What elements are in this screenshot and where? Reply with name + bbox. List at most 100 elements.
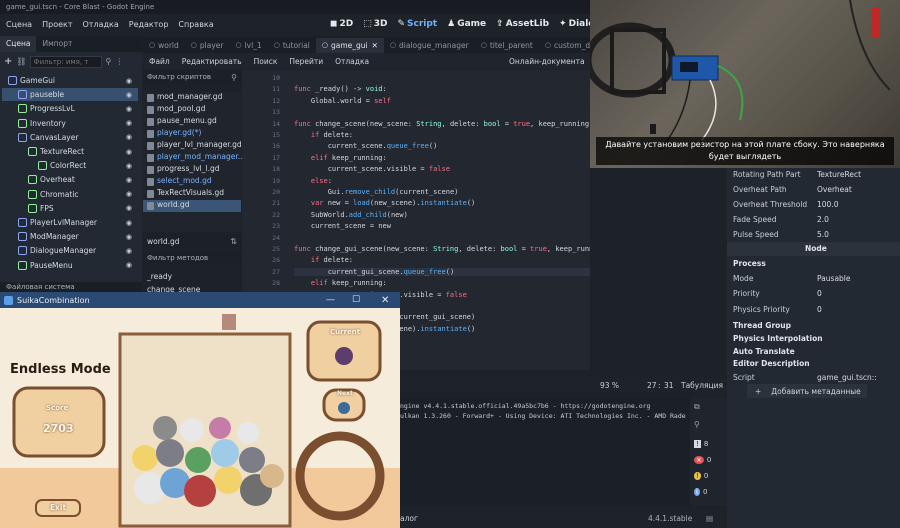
property-value[interactable]: Pausable — [817, 274, 851, 283]
workspace-assetlib[interactable]: ⇪ AssetLib — [496, 19, 549, 29]
scene-node[interactable]: PauseMenu ◉ — [2, 259, 138, 272]
visibility-eye-icon[interactable]: ◉ — [126, 247, 132, 255]
script-list-item[interactable]: player_lvl_manager.gd — [143, 140, 242, 152]
property-value[interactable]: 5.0 — [817, 230, 829, 239]
search-icon[interactable]: ⚲ — [694, 420, 700, 429]
method-filter[interactable]: Фильтр методов — [143, 251, 241, 264]
visibility-eye-icon[interactable]: ◉ — [126, 204, 132, 212]
visibility-eye-icon[interactable]: ◉ — [126, 176, 132, 184]
scene-node[interactable]: ProgressLvL ◉ — [2, 102, 138, 115]
scene-node[interactable]: Overheat ◉ — [2, 173, 138, 186]
editor-tab-world[interactable]: ○ world — [143, 38, 185, 53]
workspace-game[interactable]: ♟ Game — [447, 19, 486, 29]
property-value[interactable]: 100.0 — [817, 200, 838, 209]
visibility-eye-icon[interactable]: ◉ — [126, 233, 132, 241]
visibility-eye-icon[interactable]: ◉ — [126, 105, 132, 113]
visibility-eye-icon[interactable]: ◉ — [126, 119, 132, 127]
sort-icon[interactable]: ⇅ — [230, 237, 237, 246]
script-list-item[interactable]: mod_manager.gd — [143, 92, 241, 104]
close-icon[interactable]: ✕ — [381, 295, 389, 306]
copy-icon[interactable]: ⧉ — [694, 402, 700, 412]
script-menu-item[interactable]: Редактировать — [182, 57, 242, 66]
script-menu-item[interactable]: Файл — [149, 57, 170, 66]
inspector-row[interactable]: Fade Speed 2.0 — [727, 213, 900, 227]
script-menu-item[interactable]: Поиск — [254, 57, 278, 66]
script-list-item[interactable]: TexRectVisuals.gd — [143, 188, 241, 200]
search-options-icon[interactable]: ⚲ — [106, 57, 112, 66]
error-filter[interactable]: × 0 — [694, 456, 711, 464]
add-node-icon[interactable]: + — [4, 56, 12, 67]
inspector-row[interactable]: Overheat Path Overheat — [727, 183, 900, 197]
scene-node[interactable]: DialogueManager ◉ — [2, 244, 138, 257]
link-icon[interactable]: ⛓ — [16, 57, 26, 66]
inspector-row[interactable]: Overheat Threshold 100.0 — [727, 198, 900, 212]
online-docs-link[interactable]: Онлайн-документа — [509, 57, 585, 66]
visibility-eye-icon[interactable]: ◉ — [126, 133, 132, 141]
menu-item[interactable]: Справка — [178, 20, 213, 29]
scene-node[interactable]: ModManager ◉ — [2, 230, 138, 243]
editor-tab-titel_parent[interactable]: ○ titel_parent — [475, 38, 539, 53]
editor-tab-dialogue_manager[interactable]: ○ dialogue_manager — [384, 38, 475, 53]
scene-node[interactable]: GameGui ◉ — [2, 74, 138, 87]
script-list-item[interactable]: progress_lvl_l.gd — [143, 164, 241, 176]
inspector-row[interactable]: Rotating Path Part TextureRect — [727, 168, 900, 182]
editor-tab-lvl_1[interactable]: ○ lvl_1 — [229, 38, 267, 53]
visibility-eye-icon[interactable]: ◉ — [126, 77, 132, 85]
inspector-row[interactable]: Editor Description — [727, 357, 900, 371]
visibility-eye-icon[interactable]: ◉ — [126, 219, 132, 227]
filesystem-tab[interactable]: Файловая система — [0, 282, 142, 292]
script-list-item[interactable]: world.gd — [143, 200, 241, 212]
property-value[interactable]: game_gui.tscn:: — [817, 373, 877, 382]
scene-node[interactable]: ColorRect ◉ — [2, 159, 138, 172]
scene-node[interactable]: pauseble ◉ — [2, 88, 138, 102]
inspector-row[interactable]: Physics Interpolation — [727, 332, 900, 346]
message-filter[interactable]: ! 8 — [694, 440, 708, 448]
menu-icon[interactable]: ⋮ — [115, 57, 123, 66]
bottom-tab-dialogue[interactable]: алог — [400, 514, 418, 523]
editor-tab-game_gui[interactable]: ○ game_gui ✕ — [315, 37, 384, 53]
editor-tab-player[interactable]: ○ player — [185, 38, 230, 53]
scene-node[interactable]: Chromatic ◉ — [2, 188, 138, 201]
inspector-row[interactable]: Node — [727, 242, 900, 256]
visibility-eye-icon[interactable]: ◉ — [126, 162, 132, 170]
script-menu-item[interactable]: Отладка — [335, 57, 369, 66]
inspector-row[interactable]: Mode Pausable — [727, 272, 900, 286]
minimize-icon[interactable]: — — [326, 295, 335, 305]
indent-mode[interactable]: Табуляция — [681, 381, 723, 390]
method-ready[interactable]: _ready — [147, 272, 172, 281]
visibility-eye-icon[interactable]: ◉ — [126, 91, 132, 99]
tab-scene[interactable]: Сцена — [0, 36, 37, 52]
scene-node[interactable]: Inventory ◉ — [2, 117, 138, 130]
current-script-field[interactable]: world.gd ⇅ — [143, 234, 241, 248]
script-list-item[interactable]: player.gd(*) — [143, 128, 241, 140]
visibility-eye-icon[interactable]: ◉ — [126, 261, 132, 269]
property-value[interactable]: 2.0 — [817, 215, 829, 224]
menu-item[interactable]: Редактор — [129, 20, 169, 29]
maximize-icon[interactable]: ☐ — [352, 295, 360, 305]
menu-item[interactable]: Проект — [42, 20, 72, 29]
scene-filter-input[interactable] — [29, 55, 102, 68]
scene-node[interactable]: PlayerLvlManager ◉ — [2, 216, 138, 229]
script-list-item[interactable]: select_mod.gd — [143, 176, 241, 188]
inspector-row[interactable]: Pulse Speed 5.0 — [727, 228, 900, 242]
exit-button[interactable]: Exit — [36, 500, 80, 516]
tab-import[interactable]: Импорт — [36, 36, 78, 52]
menu-item[interactable]: Сцена — [6, 20, 32, 29]
script-menu-item[interactable]: Перейти — [289, 57, 323, 66]
script-list-item[interactable]: pause_menu.gd — [143, 116, 241, 128]
script-list-item[interactable]: mod_pool.gd — [143, 104, 241, 116]
property-value[interactable]: 0 — [817, 305, 822, 314]
visibility-eye-icon[interactable]: ◉ — [126, 190, 132, 198]
layout-icon[interactable]: ▤ — [706, 514, 713, 523]
script-filter[interactable]: Фильтр скриптов ⚲ — [143, 70, 241, 84]
workspace-script[interactable]: ✎ Script — [397, 19, 437, 29]
warning-filter[interactable]: ! 0 — [694, 472, 708, 480]
workspace-3d[interactable]: ⬚ 3D — [363, 19, 387, 29]
scene-node[interactable]: TextureRect ◉ — [2, 145, 138, 158]
inspector-row[interactable]: Script game_gui.tscn:: — [727, 371, 900, 385]
add-metadata-button[interactable]: + Добавить метаданные — [747, 384, 867, 398]
editor-filter[interactable]: i0 — [694, 488, 707, 496]
property-value[interactable]: 0 — [817, 289, 822, 298]
visibility-eye-icon[interactable]: ◉ — [126, 148, 132, 156]
inspector-row[interactable]: Process — [727, 257, 900, 271]
